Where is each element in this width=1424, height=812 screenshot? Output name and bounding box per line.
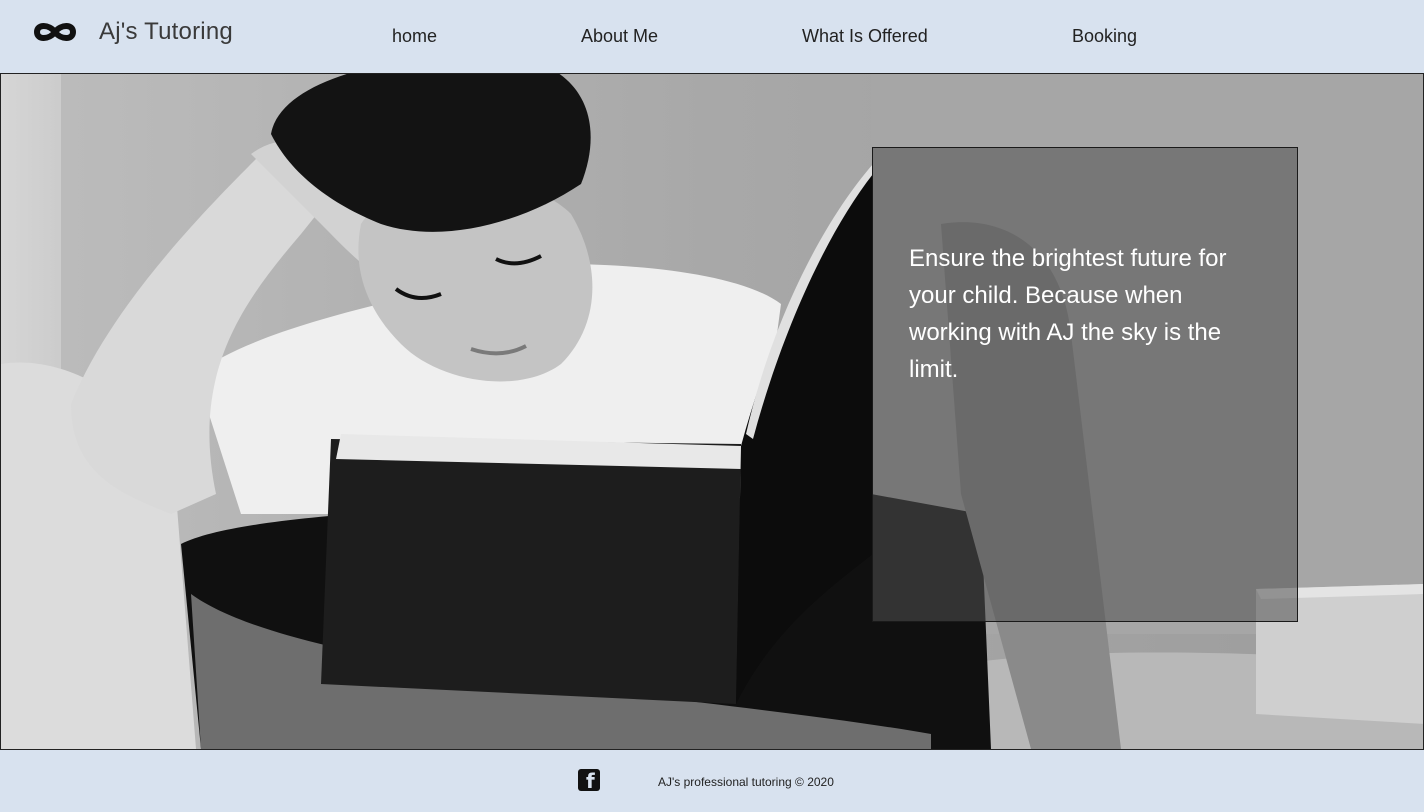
nav-what-is-offered[interactable]: What Is Offered	[802, 26, 928, 47]
hero-overlay-box: Ensure the brightest future for your chi…	[872, 147, 1298, 622]
brand-title[interactable]: Aj's Tutoring	[99, 18, 233, 46]
nav-about-me[interactable]: About Me	[581, 26, 658, 47]
copyright-text: AJ's professional tutoring © 2020	[658, 775, 834, 789]
hero-section: Ensure the brightest future for your chi…	[0, 74, 1424, 749]
site-header: Aj's Tutoring home About Me What Is Offe…	[0, 0, 1424, 74]
site-footer: f AJ's professional tutoring © 2020	[0, 749, 1424, 812]
facebook-icon[interactable]: f	[578, 769, 600, 793]
nav-booking[interactable]: Booking	[1072, 26, 1137, 47]
infinity-icon[interactable]	[33, 21, 77, 43]
nav-home[interactable]: home	[392, 26, 437, 47]
hero-tagline: Ensure the brightest future for your chi…	[909, 245, 1227, 383]
